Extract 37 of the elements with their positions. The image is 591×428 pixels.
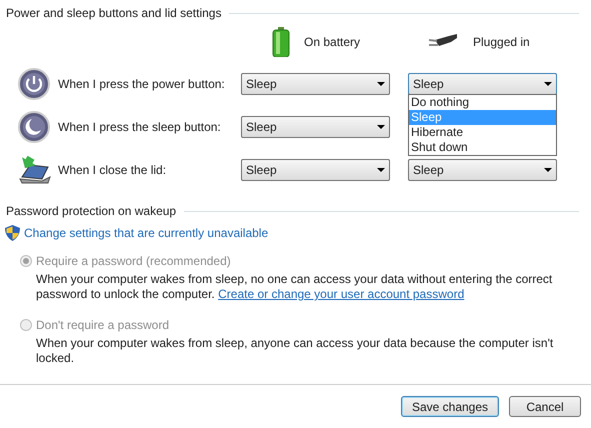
dropdown[interactable]: Sleep: [241, 73, 390, 95]
caret-icon: [377, 168, 385, 172]
column-heading: Plugged in: [473, 34, 530, 51]
setting-label: When I press the power button:: [58, 76, 226, 93]
battery-icon: [272, 27, 290, 57]
dropdown[interactable]: Sleep: [241, 159, 390, 181]
laptop-icon: [18, 155, 52, 185]
column-heading: On battery: [304, 34, 360, 51]
radio-label: Don't require a password: [36, 317, 170, 334]
button[interactable]: Cancel: [509, 396, 581, 417]
radio-label: Require a password (recommended): [36, 253, 231, 270]
dropdown[interactable]: Sleep: [241, 116, 390, 138]
button[interactable]: Save changes: [401, 396, 499, 417]
setting-label: When I close the lid:: [58, 162, 168, 179]
shield-icon: [5, 225, 20, 241]
dropdown-option[interactable]: Shut down: [409, 140, 556, 155]
section-heading: Power and sleep buttons and lid settings: [6, 5, 222, 22]
caret-icon: [377, 125, 385, 129]
dropdown-option[interactable]: Do nothing: [409, 95, 556, 110]
dropdown-value: Sleep: [246, 76, 277, 93]
dropdown-value: Sleep: [413, 162, 444, 179]
option-description: When your computer wakes from sleep, no one can access your data without entering the correct password to unlock the computer. Create or change your user account password: [35, 272, 554, 302]
section-heading: Password protection on wakeup: [6, 203, 176, 220]
dropdown-value: Sleep: [246, 162, 277, 179]
dropdown-option[interactable]: Hibernate: [409, 125, 556, 140]
dropdown-value: Sleep: [246, 119, 277, 136]
power-icon: [18, 68, 50, 100]
link[interactable]: Change settings that are currently unavailable: [24, 224, 268, 242]
dropdown[interactable]: Sleep: [408, 159, 557, 181]
dropdown[interactable]: Sleep: [408, 73, 557, 95]
dropdown-value: Sleep: [413, 76, 444, 93]
setting-label: When I press the sleep button:: [58, 119, 222, 136]
caret-icon: [377, 82, 385, 86]
option-description: When your computer wakes from sleep, anyone can access your data because the computer isn't locked.: [35, 336, 554, 366]
caret-icon: [544, 168, 552, 172]
moon-icon: [18, 111, 50, 143]
caret-icon: [544, 82, 552, 86]
